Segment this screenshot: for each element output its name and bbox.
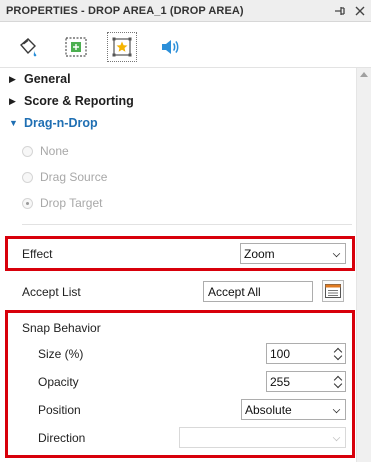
snap-position-select[interactable]: Absolute <box>241 399 346 420</box>
radio-button[interactable] <box>22 145 33 157</box>
properties-content: ▶ General ▶ Score & Reporting ▼ Drag-n-D… <box>0 68 371 462</box>
snap-size-label: Size (%) <box>38 347 84 361</box>
radio-none-label: None <box>40 144 69 158</box>
chevron-down-icon <box>332 405 341 414</box>
radio-none[interactable]: None <box>22 142 69 160</box>
list-icon <box>325 284 341 298</box>
collapse-arrow-icon: ▼ <box>9 118 18 128</box>
effect-select-value: Zoom <box>244 246 275 261</box>
snap-size-stepper[interactable]: 100 <box>266 343 346 364</box>
radio-drag-source[interactable]: Drag Source <box>22 168 107 186</box>
size-position-icon[interactable] <box>61 32 91 62</box>
snap-direction-select[interactable] <box>179 427 346 448</box>
snap-opacity-label: Opacity <box>38 375 79 389</box>
pin-icon[interactable] <box>332 3 348 19</box>
section-drag-n-drop-label: Drag-n-Drop <box>24 116 98 130</box>
vertical-scrollbar[interactable] <box>356 68 371 462</box>
snap-opacity-value: 255 <box>270 374 291 389</box>
radio-drop-target[interactable]: Drop Target <box>22 194 102 212</box>
effect-select[interactable]: Zoom <box>240 243 346 264</box>
accept-list-value: Accept All <box>208 284 261 299</box>
section-general[interactable]: ▶ General <box>9 70 71 88</box>
section-score-reporting-label: Score & Reporting <box>24 94 134 108</box>
panel-title: PROPERTIES - DROP AREA_1 (DROP AREA) <box>6 4 244 17</box>
properties-titlebar: PROPERTIES - DROP AREA_1 (DROP AREA) <box>0 0 371 22</box>
audio-speaker-icon[interactable] <box>155 32 185 62</box>
section-score-reporting[interactable]: ▶ Score & Reporting <box>9 92 134 110</box>
close-icon[interactable] <box>352 3 368 19</box>
scroll-up-icon[interactable] <box>360 72 368 77</box>
expand-arrow-icon: ▶ <box>9 95 16 106</box>
chevron-down-icon <box>332 433 341 442</box>
radio-drop-target-label: Drop Target <box>40 196 103 210</box>
expand-arrow-icon: ▶ <box>9 73 16 84</box>
snap-behavior-label: Snap Behavior <box>22 321 101 335</box>
accept-list-field[interactable]: Accept All <box>203 281 313 302</box>
section-drag-n-drop[interactable]: ▼ Drag-n-Drop <box>9 114 98 132</box>
snap-opacity-stepper[interactable]: 255 <box>266 371 346 392</box>
fill-bucket-icon[interactable] <box>13 32 43 62</box>
chevron-down-icon <box>332 249 341 258</box>
radio-drag-source-label: Drag Source <box>40 170 108 184</box>
snap-size-value: 100 <box>270 346 291 361</box>
property-tabs <box>0 22 371 68</box>
section-general-label: General <box>24 72 71 86</box>
accept-list-edit-button[interactable] <box>322 280 344 302</box>
radio-button-selected[interactable] <box>22 197 33 209</box>
interaction-star-icon[interactable] <box>107 32 137 62</box>
effect-label: Effect <box>22 247 53 261</box>
snap-position-value: Absolute <box>245 402 292 417</box>
radio-button[interactable] <box>22 171 33 183</box>
accept-list-label: Accept List <box>22 285 81 299</box>
snap-direction-label: Direction <box>38 431 86 445</box>
snap-position-label: Position <box>38 403 81 417</box>
divider <box>22 224 352 225</box>
